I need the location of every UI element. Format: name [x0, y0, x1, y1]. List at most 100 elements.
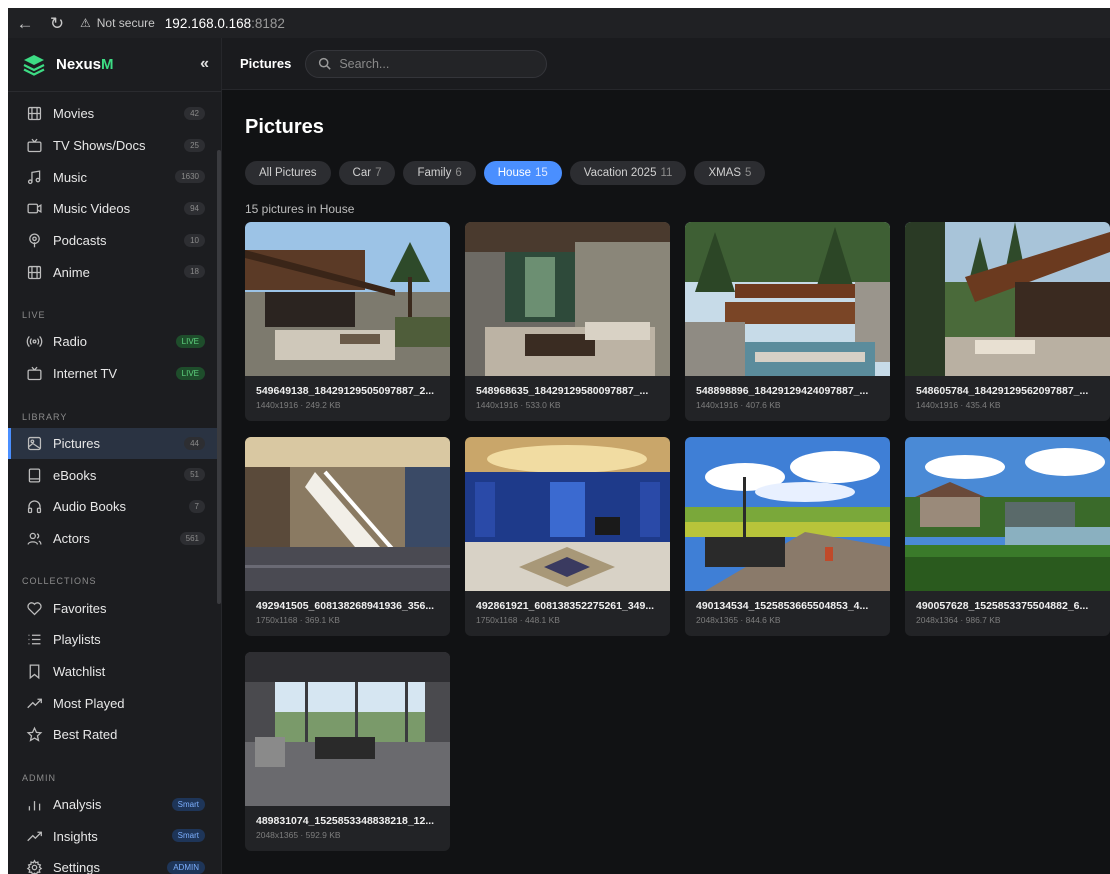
picture-card[interactable]: 490134534_1525853665504853_4... 2048x1365… [685, 437, 890, 636]
filter-chip-vacation-2025[interactable]: Vacation 2025 11 [569, 161, 687, 185]
sidebar-item-best-rated[interactable]: Best Rated [8, 719, 221, 751]
sidebar-item-anime[interactable]: Anime 18 [8, 256, 221, 288]
sidebar-scrollbar[interactable] [217, 150, 221, 604]
video-icon [25, 200, 43, 218]
sidebar-item-settings[interactable]: Settings ADMIN [8, 852, 221, 874]
sidebar-item-insights[interactable]: Insights Smart [8, 820, 221, 852]
filter-chip-xmas[interactable]: XMAS 5 [694, 161, 766, 185]
picture-thumbnail[interactable] [905, 222, 1110, 376]
count-badge: LIVE [175, 335, 205, 349]
picture-thumbnail[interactable] [245, 222, 450, 376]
address-port: :8182 [251, 15, 285, 31]
sidebar-item-audio-books[interactable]: Audio Books 7 [8, 491, 221, 523]
address-bar[interactable]: ⚠ Not secure 192.168.0.168:8182 [80, 16, 285, 31]
picture-card[interactable]: 492861921_608138352275261_349... 1750x116… [465, 437, 670, 636]
search-icon [319, 57, 332, 70]
reload-icon[interactable]: ↻ [48, 15, 66, 32]
picture-card[interactable]: 548898896_18429129424097887_... 1440x1916… [685, 222, 890, 421]
picture-meta: 1750x1168 · 448.1 KB [476, 615, 560, 625]
sidebar-item-movies[interactable]: Movies 42 [8, 98, 221, 130]
image-icon [25, 434, 43, 452]
sidebar-nav: Movies 42 TV Shows/Docs 25 Music 1630 Music Vi… [8, 92, 221, 874]
picture-card[interactable]: 549649138_18429129505097887_2... 1440x191… [245, 222, 450, 421]
sidebar-item-pictures[interactable]: Pictures 44 [8, 427, 221, 460]
sidebar-item-label: Music Videos [53, 201, 131, 217]
sidebar-item-label: Audio Books [53, 499, 126, 515]
count-badge: 94 [184, 202, 205, 216]
chip-count: 6 [455, 167, 462, 179]
picture-filename: 548898896_18429129424097887_... [696, 385, 869, 397]
picture-thumbnail[interactable] [685, 437, 890, 591]
security-label: Not secure [96, 16, 155, 30]
picture-meta: 1440x1916 · 533.0 KB [476, 400, 561, 410]
sidebar-item-label: Radio [53, 334, 87, 350]
book-icon [25, 466, 43, 484]
browser-toolbar: ← ↻ ⚠ Not secure 192.168.0.168:8182 [8, 8, 1110, 38]
sidebar-item-label: Actors [53, 530, 90, 546]
users-icon [25, 529, 43, 547]
picture-thumbnail[interactable] [905, 437, 1110, 591]
search-input[interactable]: Search... [305, 49, 548, 78]
filter-chip-car[interactable]: Car 7 [338, 161, 396, 185]
sidebar-item-label: eBooks [53, 467, 97, 483]
filter-chip-house[interactable]: House 15 [483, 161, 562, 185]
section-label-collections: COLLECTIONS [22, 576, 97, 587]
picture-card[interactable]: 492941505_608138268941936_356... 1750x116… [245, 437, 450, 636]
sidebar-item-analysis[interactable]: Analysis Smart [8, 789, 221, 821]
count-badge: 7 [188, 499, 205, 513]
sidebar-item-playlists[interactable]: Playlists [8, 624, 221, 656]
count-badge: ADMIN [167, 861, 205, 874]
sidebar-item-ebooks[interactable]: eBooks 51 [8, 459, 221, 491]
chip-count: 5 [745, 167, 752, 179]
brand-name: NexusM [56, 56, 114, 73]
chip-label: Family [417, 167, 452, 179]
film-icon [25, 263, 43, 281]
sidebar-item-label: Music [53, 169, 87, 185]
picture-thumbnail[interactable] [245, 437, 450, 591]
sidebar-item-internet-tv[interactable]: Internet TV LIVE [8, 358, 221, 390]
sidebar-item-label: Internet TV [53, 366, 118, 382]
sidebar-item-watchlist[interactable]: Watchlist [8, 656, 221, 688]
picture-thumbnail[interactable] [465, 222, 670, 376]
sidebar-item-label: Best Rated [53, 727, 118, 743]
sidebar-item-favorites[interactable]: Favorites [8, 592, 221, 624]
sidebar-item-most-played[interactable]: Most Played [8, 687, 221, 719]
sidebar-item-label: Movies [53, 106, 95, 122]
sidebar-item-music[interactable]: Music 1630 [8, 161, 221, 193]
picture-meta: 1440x1916 · 249.2 KB [256, 400, 341, 410]
filter-chip-all-pictures[interactable]: All Pictures [245, 161, 331, 185]
picture-filename: 548968635_18429129580097887_... [476, 385, 649, 397]
pictures-content: Pictures All Pictures Car 7 Family 6 House 15 V… [222, 116, 1110, 851]
filter-chip-family[interactable]: Family 6 [403, 161, 476, 185]
sidebar-item-actors[interactable]: Actors 561 [8, 523, 221, 555]
heart-icon [25, 599, 43, 617]
picture-filename: 489831074_1525853348838218_12... [256, 815, 435, 827]
list-icon [25, 631, 43, 649]
collapse-sidebar-button[interactable]: « [200, 55, 209, 73]
picture-filename: 492941505_608138268941936_356... [256, 600, 435, 612]
sidebar: NexusM « Movies 42 TV Shows/Docs 25 Music 163… [8, 38, 222, 874]
sidebar-item-music-videos[interactable]: Music Videos 94 [8, 193, 221, 225]
brand-name-suffix: M [101, 56, 114, 73]
category-chips: All Pictures Car 7 Family 6 House 15 Vacation 2… [245, 161, 1110, 185]
sidebar-item-podcasts[interactable]: Podcasts 10 [8, 225, 221, 257]
arrow-left-icon[interactable]: ← [16, 15, 34, 32]
sidebar-item-label: Most Played [53, 695, 125, 711]
picture-card[interactable]: 548605784_18429129562097887_... 1440x1916… [905, 222, 1110, 421]
picture-thumbnail[interactable] [685, 222, 890, 376]
sidebar-item-radio[interactable]: Radio LIVE [8, 326, 221, 358]
picture-card[interactable]: 548968635_18429129580097887_... 1440x1916… [465, 222, 670, 421]
picture-filename: 490057628_1525853375504882_6... [916, 600, 1089, 612]
breadcrumb[interactable]: Pictures [240, 56, 291, 71]
picture-card[interactable]: 489831074_1525853348838218_12... 2048x136… [245, 652, 450, 851]
sidebar-item-tv-shows-docs[interactable]: TV Shows/Docs 25 [8, 130, 221, 162]
section-label-live: LIVE [22, 310, 46, 321]
picture-card[interactable]: 490057628_1525853375504882_6... 2048x1364… [905, 437, 1110, 636]
star-icon [25, 726, 43, 744]
picture-thumbnail[interactable] [245, 652, 450, 806]
picture-thumbnail[interactable] [465, 437, 670, 591]
count-badge: 18 [184, 265, 205, 279]
trending-icon [25, 694, 43, 712]
picture-meta: 2048x1365 · 592.9 KB [256, 830, 341, 840]
podcast-icon [25, 232, 43, 250]
